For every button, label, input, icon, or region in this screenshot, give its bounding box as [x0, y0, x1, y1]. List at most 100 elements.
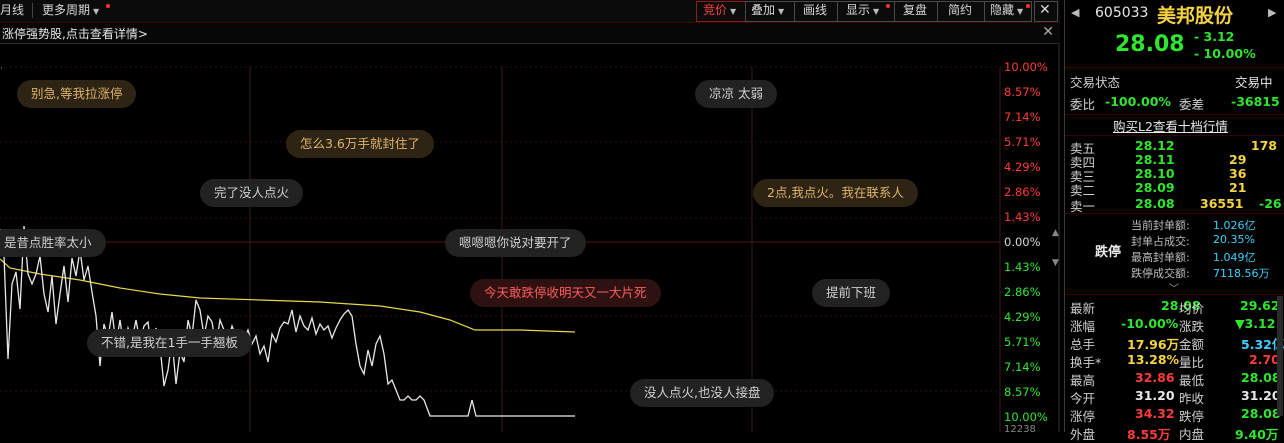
pct-axis-label: 5.71%	[1004, 335, 1041, 349]
pct-axis-label: 8.57%	[1004, 85, 1041, 99]
price-change-pct: - 10.00%	[1194, 46, 1256, 61]
period-monthly-button[interactable]: 月线	[0, 2, 24, 19]
auction-button[interactable]: 竞价 ▼	[703, 2, 736, 19]
hide-label: 隐藏	[990, 3, 1015, 17]
intraday-chart[interactable]: 10.00% 8.57% 7.14% 5.71% 4.29% 2.86% 1.4…	[0, 44, 1060, 435]
notification-dot-icon	[1026, 4, 1030, 8]
stat-value: 9.40万	[1235, 427, 1279, 442]
limit-info-value: 7118.56万	[1213, 267, 1270, 280]
stat-value: 29.62	[1240, 298, 1280, 313]
display-button[interactable]: 显示 ▼	[846, 2, 879, 19]
comment-bubble[interactable]: 是昔点胜率太小	[0, 229, 106, 257]
simple-mode-button[interactable]: 简约	[948, 2, 972, 19]
close-icon[interactable]: ✕	[1039, 2, 1051, 19]
limit-info-label: 封单占成交:	[1131, 235, 1190, 248]
expand-chevron-icon[interactable]: ﹀	[1169, 280, 1179, 295]
pct-axis-label: 4.29%	[1004, 310, 1041, 324]
trade-status-label: 交易状态	[1070, 75, 1121, 90]
stat-label: 换手*	[1070, 355, 1102, 370]
divider	[1065, 114, 1284, 115]
toolbar-divider	[32, 3, 33, 18]
comment-bubble[interactable]: 2点,我点火。我在联系人	[753, 179, 918, 207]
stat-label: 最低	[1179, 373, 1205, 388]
scroll-down-icon[interactable]: ▼	[1052, 258, 1059, 268]
stat-value: 31.20	[1135, 388, 1175, 403]
limit-info-value: 1.026亿	[1213, 219, 1256, 232]
stat-value: 28.08	[1241, 370, 1281, 385]
prev-stock-icon[interactable]: ◀	[1071, 6, 1079, 19]
next-stock-icon[interactable]: ▶	[1268, 6, 1276, 19]
stat-value: 2.70	[1249, 352, 1280, 367]
comment-bubble[interactable]: 完了没人点火	[200, 179, 304, 207]
stat-label: 总手	[1070, 337, 1096, 352]
l2-purchase-link[interactable]: 购买L2查看十档行情	[1113, 116, 1228, 135]
stat-value: 13.28%	[1127, 352, 1180, 367]
scroll-up-icon[interactable]: ▲	[1052, 228, 1059, 238]
close-icon[interactable]: ✕	[1042, 24, 1054, 40]
pct-axis-label: 7.14%	[1004, 360, 1041, 374]
hide-button[interactable]: 隐藏 ▼	[990, 2, 1023, 19]
price-change: - 3.12	[1194, 29, 1235, 44]
hot-stock-link[interactable]: 涨停强势股,点击查看详情>	[2, 25, 148, 42]
display-label: 显示	[846, 3, 871, 17]
volume-axis-label: 12238	[1004, 424, 1036, 435]
limit-info-label: 跌停成交额:	[1131, 267, 1190, 280]
divider	[1065, 213, 1284, 214]
pct-axis-label: 4.29%	[1004, 160, 1041, 174]
chevron-down-icon: ▼	[93, 7, 100, 16]
notification-dot-icon	[886, 4, 890, 8]
pct-axis-label: 10.00%	[1004, 410, 1048, 424]
more-periods-button[interactable]: 更多周期 ▼	[42, 2, 99, 19]
pct-axis-label: 1.43%	[1004, 260, 1041, 274]
stat-label: 外盘	[1070, 427, 1096, 442]
limit-info-label: 当前封单额:	[1131, 219, 1190, 232]
draw-line-button[interactable]: 画线	[803, 2, 827, 19]
divider	[1065, 135, 1284, 136]
overlay-label: 叠加	[751, 3, 776, 17]
comment-bubble[interactable]: 提前下班	[812, 279, 891, 307]
more-periods-label: 更多周期	[42, 3, 91, 17]
limit-down-label: 跌停	[1095, 245, 1122, 260]
replay-button[interactable]: 复盘	[903, 2, 927, 19]
stat-value: 17.96万	[1127, 337, 1180, 352]
ask-price: 28.11	[1135, 152, 1175, 167]
crosshair-marker-icon: ·	[0, 64, 3, 74]
notification-dot-icon	[106, 4, 110, 8]
chart-toolbar: 月线 更多周期 ▼ 竞价 ▼ 叠加 ▼ 画线 显示 ▼ 复盘 简约 隐藏 ▼ ✕	[0, 0, 1060, 23]
stat-value: ▼3.12	[1235, 316, 1276, 331]
stock-code: 605033	[1095, 5, 1149, 21]
pct-axis-label: 10.00%	[1004, 60, 1048, 74]
stat-label: 涨停	[1070, 409, 1096, 424]
ask-diff: -26	[1259, 196, 1282, 211]
stock-name: 美邦股份	[1157, 5, 1234, 27]
panel-scrollbar[interactable]	[1277, 296, 1283, 416]
trade-status-value: 交易中	[1235, 75, 1273, 90]
comment-bubble[interactable]: 凉凉 太弱	[695, 80, 777, 108]
last-price: 28.08	[1115, 32, 1185, 57]
stat-value: 34.32	[1135, 406, 1175, 421]
limit-info-label: 最高封单额:	[1131, 251, 1190, 264]
ask-price: 28.09	[1135, 180, 1175, 195]
stat-label: 最新	[1070, 301, 1096, 316]
comment-bubble[interactable]: 嗯嗯嗯你说对要开了	[445, 229, 586, 257]
stat-label: 涨跌	[1179, 319, 1205, 334]
comment-bubble[interactable]: 不错,是我在1手一手翘板	[87, 329, 252, 357]
chevron-down-icon: ▼	[873, 7, 880, 16]
comment-bubble[interactable]: 没人点火,也没人接盘	[630, 379, 775, 407]
pct-axis-label: 1.43%	[1004, 210, 1041, 224]
comment-bubble[interactable]: 今天敢跌停收明天又一大片死	[470, 279, 661, 307]
hot-stock-banner[interactable]: 涨停强势股,点击查看详情> ✕	[0, 23, 1060, 44]
overlay-button[interactable]: 叠加 ▼	[751, 2, 784, 19]
chevron-down-icon: ▼	[778, 7, 785, 16]
pct-axis-label: 2.86%	[1004, 285, 1041, 299]
limit-info-value: 1.049亿	[1213, 251, 1256, 264]
stat-value: 31.20	[1241, 388, 1281, 403]
stat-value: 32.86	[1135, 370, 1175, 385]
comment-bubble[interactable]: 怎么3.6万手就封住了	[286, 130, 434, 158]
ask-volume: 29	[1229, 152, 1247, 167]
comment-bubble[interactable]: 别急,等我拉涨停	[17, 80, 137, 108]
quote-panel: ◀ 605033 美邦股份 ▶ 28.08 - 3.12 - 10.00% 交易…	[1064, 0, 1284, 442]
stat-label: 昨收	[1179, 391, 1205, 406]
stat-label: 量比	[1179, 355, 1205, 370]
ask-volume: 21	[1229, 180, 1247, 195]
